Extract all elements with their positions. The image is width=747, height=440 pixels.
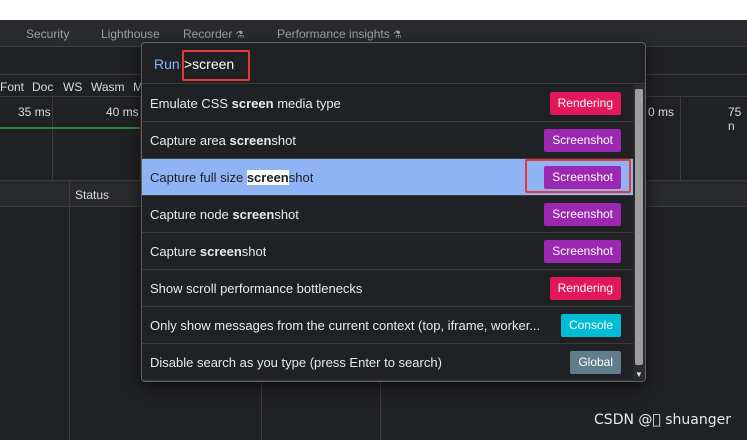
top-strip bbox=[0, 0, 747, 20]
highlight-box-screenshot-badge bbox=[525, 159, 631, 193]
tick-label: 75 n bbox=[728, 105, 742, 133]
command-item-label: Show scroll performance bottlenecks bbox=[150, 281, 363, 296]
scrollbar[interactable]: ▼ bbox=[633, 85, 645, 381]
command-item[interactable]: Capture screenshot Screenshot bbox=[142, 233, 633, 270]
tab-lighthouse[interactable]: Lighthouse bbox=[101, 27, 160, 41]
command-item-label: Only show messages from the current cont… bbox=[150, 318, 540, 333]
command-item-label: Capture node screenshot bbox=[150, 207, 299, 222]
command-item-label: Capture screenshot bbox=[150, 244, 267, 259]
scrollbar-thumb[interactable] bbox=[635, 89, 643, 365]
match-highlight: screen bbox=[229, 133, 272, 148]
command-list: Emulate CSS screen media type Rendering Ca… bbox=[142, 85, 633, 381]
watermark: CSDN @  shuanger bbox=[594, 412, 731, 428]
match-highlight: screen bbox=[231, 96, 274, 111]
command-item-label: Capture full size screenshot bbox=[150, 170, 314, 185]
flask-icon: ⚗ bbox=[392, 30, 402, 41]
filter-ws[interactable]: WS bbox=[63, 80, 82, 94]
tab-recorder[interactable]: Recorder ⚗ bbox=[183, 27, 244, 41]
command-item[interactable]: Only show messages from the current cont… bbox=[142, 307, 633, 344]
tick-label: 0 ms bbox=[648, 105, 675, 119]
filter-font[interactable]: Font bbox=[0, 80, 24, 94]
tab-performance-insights[interactable]: Performance insights ⚗ bbox=[277, 27, 402, 41]
command-item[interactable]: Show scroll performance bottlenecks Rende… bbox=[142, 270, 633, 307]
tick-label: 35 ms bbox=[18, 105, 51, 119]
command-item[interactable]: Capture node screenshot Screenshot bbox=[142, 196, 633, 233]
tab-security[interactable]: Security bbox=[26, 27, 69, 41]
grid-line bbox=[680, 97, 681, 181]
command-item-label: Capture area screenshot bbox=[150, 133, 296, 148]
command-category-badge: Rendering bbox=[549, 92, 621, 115]
command-category-badge: Screenshot bbox=[544, 240, 621, 263]
command-item[interactable]: Disable search as you type (press Enter … bbox=[142, 344, 633, 381]
command-menu: Run Emulate CSS screen media type Renderi… bbox=[141, 42, 646, 382]
filter-doc[interactable]: Doc bbox=[32, 80, 53, 94]
filter-wasm[interactable]: Wasm bbox=[91, 80, 125, 94]
highlight-box-query bbox=[182, 50, 250, 81]
tick-label: 40 ms bbox=[106, 105, 139, 119]
dom-content-loaded-bar bbox=[0, 127, 140, 129]
match-highlight: screen bbox=[232, 207, 275, 222]
column-divider bbox=[69, 181, 70, 440]
command-category-badge: Rendering bbox=[549, 277, 621, 300]
command-prefix-label: Run bbox=[154, 56, 180, 72]
command-category-badge: Console bbox=[560, 314, 621, 337]
flask-icon: ⚗ bbox=[235, 30, 245, 41]
command-item-label: Emulate CSS screen media type bbox=[150, 96, 341, 111]
command-item[interactable]: Emulate CSS screen media type Rendering bbox=[142, 85, 633, 122]
command-item[interactable]: Capture area screenshot Screenshot bbox=[142, 122, 633, 159]
command-category-badge: Global bbox=[570, 351, 621, 374]
column-header-status[interactable]: Status bbox=[75, 188, 109, 202]
command-category-badge: Screenshot bbox=[544, 129, 621, 152]
tab-performance-insights-label: Performance insights bbox=[277, 27, 390, 41]
scroll-down-arrow-icon[interactable]: ▼ bbox=[635, 370, 643, 379]
grid-line bbox=[52, 97, 53, 181]
tab-recorder-label: Recorder bbox=[183, 27, 233, 41]
command-item-label: Disable search as you type (press Enter … bbox=[150, 355, 442, 370]
command-category-badge: Screenshot bbox=[544, 203, 621, 226]
match-highlight: screen bbox=[199, 244, 242, 259]
match-highlight: screen bbox=[246, 170, 289, 185]
